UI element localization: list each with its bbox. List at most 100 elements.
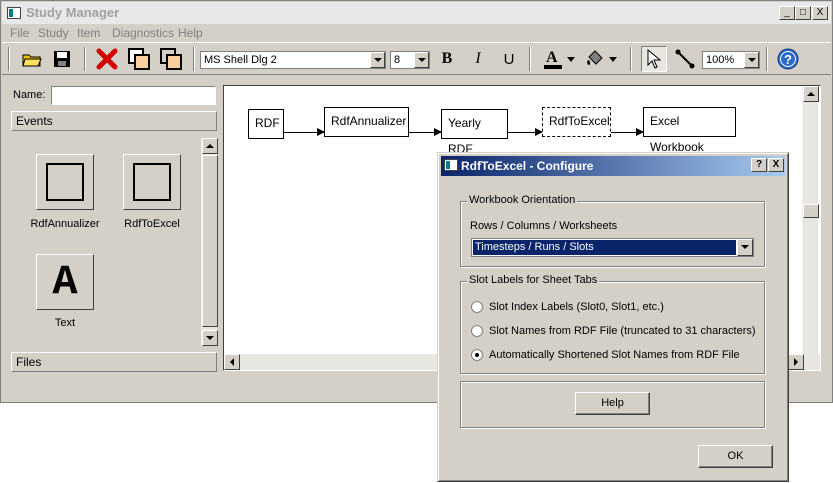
- radio-label: Automatically Shortened Slot Names from …: [489, 349, 740, 361]
- palette-label: RdfAnnualizer: [30, 218, 100, 230]
- toolbar-separator: [766, 47, 768, 71]
- dialog-title: RdfToExcel - Configure: [461, 159, 594, 173]
- save-icon[interactable]: [49, 46, 75, 72]
- diagram-edge: [409, 128, 442, 136]
- diagram-node-yearly-rdf[interactable]: Yearly RDF: [441, 109, 508, 156]
- maximize-button[interactable]: □: [795, 6, 811, 20]
- menu-help[interactable]: Help: [178, 26, 203, 40]
- radio-slot-index-labels[interactable]: Slot Index Labels (Slot0, Slot1, etc.): [471, 301, 664, 313]
- font-family-select[interactable]: MS Shell Dlg 2: [200, 51, 386, 69]
- text-color-icon[interactable]: A: [540, 46, 566, 72]
- radio-button[interactable]: [471, 325, 483, 337]
- svg-text:?: ?: [784, 52, 792, 67]
- pointer-tool-icon[interactable]: [641, 46, 667, 72]
- slot-labels-legend: Slot Labels for Sheet Tabs: [467, 274, 600, 286]
- chevron-down-icon[interactable]: [737, 239, 753, 256]
- diagram-node-rdftoexcel[interactable]: RdfToExcel: [542, 107, 611, 137]
- diagram-node-excel-workbook[interactable]: Excel Workbook: [643, 107, 736, 154]
- radio-button-selected[interactable]: [471, 349, 483, 361]
- scroll-thumb[interactable]: [202, 155, 218, 327]
- diagram-edge: [284, 128, 325, 136]
- radio-slot-names-from-rdf[interactable]: Slot Names from RDF File (truncated to 3…: [471, 325, 756, 337]
- text-icon: A: [52, 258, 78, 306]
- window-title: Study Manager: [26, 5, 120, 20]
- menu-file[interactable]: File: [10, 26, 29, 40]
- configure-dialog: RdfToExcel - Configure ? X Workbook Orie…: [437, 152, 789, 482]
- connector-tool-icon[interactable]: [672, 46, 698, 72]
- title-bar: Study Manager _ □ X: [2, 2, 831, 24]
- underline-button[interactable]: U: [496, 46, 522, 72]
- scroll-thumb[interactable]: [803, 204, 819, 218]
- help-group: Help: [460, 381, 765, 428]
- chevron-down-icon[interactable]: [414, 52, 429, 68]
- orientation-label: Rows / Columns / Worksheets: [470, 220, 618, 232]
- scroll-up-icon[interactable]: [202, 138, 218, 154]
- fill-color-icon[interactable]: [582, 46, 608, 72]
- paste-icon[interactable]: [158, 46, 184, 72]
- toolbar: MS Shell Dlg 2 8 B I U A 100% ?: [2, 42, 831, 75]
- radio-label: Slot Names from RDF File (truncated to 3…: [489, 325, 756, 337]
- toolbar-separator: [193, 47, 195, 71]
- toolbar-separator: [84, 47, 86, 71]
- text-color-dropdown-icon[interactable]: [564, 46, 578, 72]
- orientation-select-value: Timesteps / Runs / Slots: [473, 240, 736, 255]
- palette-scrollbar[interactable]: [201, 138, 218, 346]
- workbook-orientation-legend: Workbook Orientation: [467, 194, 578, 206]
- radio-auto-shortened-names[interactable]: Automatically Shortened Slot Names from …: [471, 349, 740, 361]
- toolbar-separator: [8, 47, 10, 71]
- scroll-left-icon[interactable]: [224, 354, 240, 370]
- ok-button[interactable]: OK: [698, 445, 773, 468]
- name-input[interactable]: [51, 86, 216, 105]
- font-size-select[interactable]: 8: [390, 51, 430, 69]
- diagram-node-rdfannualizer[interactable]: RdfAnnualizer: [324, 107, 409, 137]
- dialog-help-button[interactable]: ?: [751, 158, 767, 172]
- events-section-header[interactable]: Events: [11, 111, 217, 131]
- copy-icon[interactable]: [126, 46, 152, 72]
- close-button[interactable]: X: [812, 6, 828, 20]
- dialog-app-icon: [444, 159, 458, 171]
- toolbar-separator: [630, 47, 632, 71]
- dialog-title-bar: RdfToExcel - Configure ? X: [441, 156, 785, 176]
- delete-icon[interactable]: [94, 46, 120, 72]
- open-folder-icon[interactable]: [19, 46, 45, 72]
- radio-label: Slot Index Labels (Slot0, Slot1, etc.): [489, 301, 664, 313]
- font-size-value: 8: [394, 54, 401, 66]
- name-label: Name:: [13, 89, 46, 101]
- menu-diagnostics[interactable]: Diagnostics: [112, 26, 174, 40]
- radio-button[interactable]: [471, 301, 483, 313]
- fill-color-dropdown-icon[interactable]: [606, 46, 620, 72]
- orientation-select[interactable]: Timesteps / Runs / Slots: [471, 238, 754, 257]
- minimize-button[interactable]: _: [779, 6, 795, 20]
- menu-item[interactable]: Item: [77, 26, 100, 40]
- menu-bar: File Study Item Diagnostics Help: [2, 24, 831, 42]
- italic-button[interactable]: I: [465, 46, 491, 72]
- zoom-select[interactable]: 100%: [702, 51, 760, 69]
- diagram-node-rdf[interactable]: RDF: [248, 109, 284, 139]
- palette-label: RdfToExcel: [124, 218, 180, 230]
- help-button[interactable]: Help: [575, 392, 650, 415]
- files-section-header[interactable]: Files: [11, 352, 217, 372]
- canvas-vscrollbar[interactable]: [802, 86, 819, 354]
- svg-text:A: A: [546, 49, 558, 66]
- palette-area: RdfAnnualizer RdfToExcel A Text: [11, 134, 201, 344]
- menu-study[interactable]: Study: [38, 26, 69, 40]
- palette-rdftoexcel-button[interactable]: [123, 154, 181, 210]
- font-family-value: MS Shell Dlg 2: [204, 54, 277, 66]
- diagram-edge: [611, 128, 644, 136]
- palette-rdfannualizer-button[interactable]: [36, 154, 94, 210]
- square-icon: [133, 163, 171, 201]
- scroll-right-icon[interactable]: [788, 354, 804, 370]
- diagram-edge: [508, 128, 543, 136]
- help-icon[interactable]: ?: [775, 46, 801, 72]
- scroll-up-icon[interactable]: [803, 86, 819, 102]
- app-icon: [7, 7, 21, 19]
- bold-button[interactable]: B: [434, 46, 460, 72]
- scroll-down-icon[interactable]: [202, 330, 218, 346]
- chevron-down-icon[interactable]: [370, 52, 385, 68]
- workbook-orientation-group: Workbook Orientation Rows / Columns / Wo…: [460, 194, 765, 267]
- chevron-down-icon[interactable]: [744, 52, 759, 68]
- dialog-close-button[interactable]: X: [768, 158, 784, 172]
- palette-text-button[interactable]: A: [36, 254, 94, 310]
- square-icon: [46, 163, 84, 201]
- zoom-value: 100%: [706, 54, 735, 66]
